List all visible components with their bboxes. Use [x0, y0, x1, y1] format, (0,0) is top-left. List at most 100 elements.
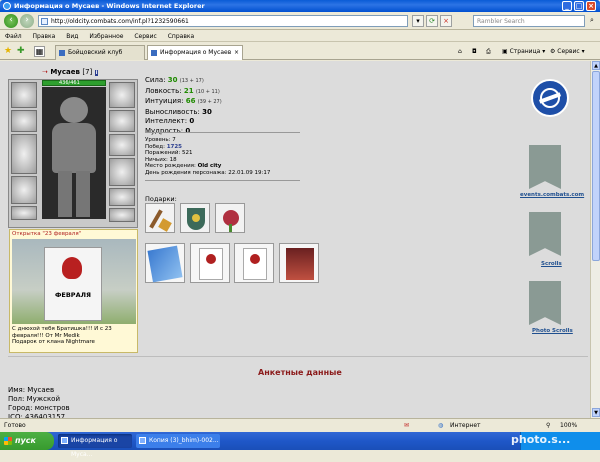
armor-slot[interactable]	[11, 176, 37, 204]
favorites-star-icon[interactable]: ★	[4, 46, 12, 56]
page-menu-label: Страница	[509, 48, 541, 55]
taskbar-item[interactable]: Информация о Муса...	[58, 434, 132, 458]
windows-flag-icon	[4, 437, 12, 445]
taskbar-item-label: Информация о Муса...	[71, 437, 118, 458]
tools-menu-label: Сервис	[557, 48, 580, 55]
profile-city: Город: монстров	[8, 404, 70, 412]
start-button[interactable]: пуск	[0, 432, 54, 450]
character-header: ➝ Мусаев [7] i	[42, 68, 99, 76]
pants-slot[interactable]	[109, 188, 135, 206]
divider	[145, 132, 300, 133]
print-icon[interactable]: ⎙	[486, 46, 491, 57]
close-button[interactable]: ×	[586, 1, 596, 11]
profile-gender: Пол: Мужской	[8, 395, 61, 403]
shield-slot[interactable]	[109, 158, 135, 186]
gift-flower-icon[interactable]	[215, 203, 245, 233]
character-name[interactable]: Мусаев	[50, 68, 80, 76]
anketa-title: Анкетные данные	[258, 368, 342, 377]
tools-menu[interactable]: ⚙ Сервис ▾	[550, 46, 585, 57]
search-placeholder: Rambler Search	[477, 18, 525, 25]
ie-icon	[61, 437, 68, 444]
menu-view[interactable]: Вид	[66, 31, 78, 42]
clan-arrow-icon: ➝	[42, 68, 48, 76]
menu-file[interactable]: Файл	[5, 31, 22, 42]
taskbar-item-label: Копия (3)_bhim)-002...	[149, 437, 219, 444]
postcard-image: ФЕВРАЛЯ	[12, 239, 136, 324]
start-label: пуск	[15, 436, 36, 445]
stop-button[interactable]: ×	[440, 15, 452, 27]
image-icon	[139, 437, 146, 444]
address-url: http://oldcity.combats.com/inf.pl?123259…	[51, 18, 189, 25]
tab-label: Бойцовский клуб	[68, 49, 123, 56]
photo-scrolls-link[interactable]: Photo Scrolls	[532, 328, 573, 334]
avatar[interactable]	[42, 87, 106, 219]
home-icon[interactable]: ⌂	[458, 46, 462, 57]
profile-name: Имя: Мусаев	[8, 386, 55, 394]
tab-label: Информация о Мусаев	[160, 49, 232, 56]
rings-slot[interactable]	[109, 110, 135, 132]
stat-row: Интеллект: 0	[145, 117, 195, 125]
boots-slot[interactable]	[109, 208, 135, 222]
security-icon: ✉	[404, 422, 410, 429]
window-title: Информация о Мусаев - Windows Internet E…	[14, 2, 205, 10]
events-link[interactable]: events.combats.com	[520, 192, 584, 198]
dropdown-button[interactable]: ▾	[412, 15, 424, 27]
scroll-thumb[interactable]	[592, 71, 600, 261]
zone-text: Интернет	[450, 422, 481, 429]
forward-button[interactable]: ›	[20, 14, 34, 28]
menu-help[interactable]: Справка	[168, 31, 194, 42]
stat-row: Интуиция: 66 (39 + 27)	[145, 97, 222, 105]
tab-favicon	[59, 50, 65, 56]
belt-slot[interactable]	[11, 206, 37, 220]
info-badge[interactable]: i	[94, 70, 99, 76]
stat-row: Сила: 30 (13 + 17)	[145, 76, 204, 84]
search-icon[interactable]: ⌕	[586, 15, 598, 27]
quick-tabs-icon[interactable]: ▦	[34, 46, 45, 57]
hp-text: 436/461	[59, 80, 80, 86]
gift-broom-icon[interactable]	[145, 203, 175, 233]
maximize-button[interactable]: □	[574, 1, 584, 11]
combats-logo-icon[interactable]	[531, 79, 569, 117]
taskbar-item[interactable]: Копия (3)_bhim)-002...	[136, 434, 220, 448]
tab-close-icon[interactable]: ×	[234, 46, 239, 60]
refresh-button[interactable]: ⟳	[426, 15, 438, 27]
gift-postcard-icon[interactable]	[234, 243, 274, 283]
gloves-slot[interactable]	[109, 134, 135, 156]
address-input[interactable]: http://oldcity.combats.com/inf.pl?123259…	[38, 15, 408, 27]
menu-favorites[interactable]: Избранное	[89, 31, 123, 42]
necklace-slot[interactable]	[11, 110, 37, 132]
back-button[interactable]: ‹	[4, 14, 18, 28]
scroll-up-icon[interactable]: ▲	[592, 61, 600, 70]
stat-row: Ловкость: 21 (10 + 11)	[145, 86, 220, 95]
scrolls-link[interactable]: Scrolls	[541, 261, 562, 267]
gift-postcard-icon[interactable]	[190, 243, 230, 283]
feeds-icon[interactable]: ◘	[472, 46, 477, 57]
menu-tools[interactable]: Сервис	[134, 31, 156, 42]
tab-info[interactable]: Информация о Мусаев ×	[147, 45, 243, 60]
gift-shield-icon[interactable]	[180, 203, 210, 233]
gift-postcard-icon[interactable]	[145, 243, 185, 283]
minimize-button[interactable]: _	[562, 1, 572, 11]
equipment-frame: 436/461	[8, 79, 138, 228]
zoom-icon[interactable]: ⚲	[546, 419, 550, 432]
earrings-slot[interactable]	[109, 82, 135, 108]
tab-fight-club[interactable]: Бойцовский клуб	[55, 45, 145, 60]
character-level: [7]	[82, 68, 93, 76]
profile-fields: Имя: Мусаев Пол: Мужской Город: монстров…	[8, 386, 70, 422]
menu-edit[interactable]: Правка	[33, 31, 56, 42]
gift-postcard-icon[interactable]	[279, 243, 319, 283]
scroll-down-icon[interactable]: ▼	[592, 408, 600, 417]
add-favorite-icon[interactable]: ✚	[17, 46, 25, 56]
weapon-slot[interactable]	[11, 134, 37, 174]
tab-bar: ★ ✚ ▦ Бойцовский клуб Информация о Мусае…	[0, 43, 600, 60]
ie-icon	[3, 2, 11, 10]
system-tray: photo.s...	[511, 432, 600, 450]
zoom-level[interactable]: 100%	[560, 419, 577, 432]
page-menu[interactable]: ▣ Страница ▾	[502, 46, 545, 57]
postcard: Открытка "23 февраля" ФЕВРАЛЯ С днюхой т…	[9, 229, 138, 353]
search-input[interactable]: Rambler Search	[473, 15, 585, 27]
vertical-scrollbar[interactable]: ▲ ▼	[590, 61, 600, 418]
watermark-text: photo.s...	[511, 433, 571, 446]
tab-favicon	[151, 50, 157, 56]
helmet-slot[interactable]	[11, 82, 37, 108]
